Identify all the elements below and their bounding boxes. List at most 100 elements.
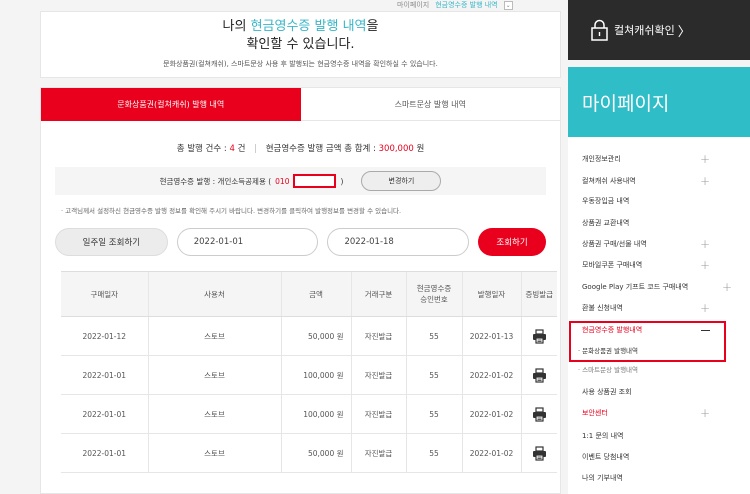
plus-icon: + — [699, 406, 710, 420]
issue-close: ) — [340, 176, 344, 186]
lock-icon — [591, 19, 608, 41]
transaction-type-cell: 자진발급 — [350, 433, 406, 473]
phone-prefix: 010 — [275, 176, 290, 186]
approval-number-cell: 55 — [405, 433, 462, 473]
nav-label: 우동장입금 내역 — [582, 197, 630, 205]
col-purchase-date: 구매일자 — [61, 271, 148, 317]
nav-item-refund[interactable]: 환불 신청내역 + — [568, 299, 750, 317]
end-date-input[interactable]: 2022-01-18 — [327, 228, 470, 256]
table-row: 2022-01-12 스토브 50,000 원 자진발급 55 2022-01-13 — [61, 316, 557, 356]
title-suffix: 을 — [366, 19, 379, 34]
nav-label: 상품권 교환내역 — [582, 219, 630, 227]
nav-label: 컬쳐캐쉬 사용내역 — [582, 177, 636, 185]
nav-item-mobile-coupon[interactable]: 모바일쿠폰 구매내역 + — [568, 256, 750, 274]
amount-cell: 100,000 원 — [280, 394, 351, 434]
chevron-right-icon: 〉 — [677, 24, 691, 40]
sub-item-smart-receipt[interactable]: · 스마트문상 발행내역 — [578, 363, 638, 375]
receipt-history-panel: 문화상품권(컬쳐캐쉬) 발행 내역 스마트문상 발행 내역 총 발행 건수 : … — [40, 87, 561, 494]
table-row: 2022-01-01 스토브 100,000 원 자진발급 55 2022-01-02 — [61, 394, 557, 434]
masked-phone — [293, 174, 337, 188]
count-label: 총 발행 건수 : — [176, 144, 230, 154]
issue-date-cell: 2022-01-02 — [461, 394, 521, 434]
nav-item-google-play[interactable]: Google Play 기프트 코드 구매내역 + — [568, 278, 750, 296]
nav-label: Google Play 기프트 코드 구매내역 — [582, 283, 689, 291]
breadcrumb: 마이페이지 현금영수증 발행 내역 ⌄ — [397, 0, 549, 10]
summary-line: 총 발행 건수 : 4 건 | 현금영수증 발행 금액 총 합계 : 300,0… — [41, 142, 560, 154]
nav-item-event-win[interactable]: 이벤트 당첨내역 — [568, 448, 750, 466]
approval-number-cell: 55 — [405, 355, 462, 395]
col-proof: 증빙발급 — [520, 271, 557, 317]
sum-value: 300,000 — [378, 144, 414, 154]
issue-date-cell: 2022-01-02 — [461, 433, 521, 473]
side-nav: 개인정보관리 + 컬쳐캐쉬 사용내역 + 우동장입금 내역 상품권 교환내역 상품권… — [568, 137, 750, 494]
purchase-date-cell: 2022-01-12 — [61, 316, 148, 356]
count-unit: 건 — [234, 144, 246, 154]
culture-cash-check-button[interactable]: 컬쳐캐쉬확인 〉 — [568, 0, 750, 60]
breadcrumb-current: 현금영수증 발행 내역 — [435, 1, 498, 9]
nav-item-profile[interactable]: 개인정보관리 + — [568, 150, 750, 168]
sum-label: 현금영수증 발행 금액 총 합계 : — [265, 144, 379, 154]
print-receipt-cell[interactable] — [520, 433, 557, 473]
table-header-row: 구매일자 사용처 금액 거래구분 현금영수증 승인번호 발행일자 증빙발급 — [61, 271, 557, 317]
title-highlight: 현금영수증 발행 내역 — [250, 19, 367, 34]
sub-item-culture-receipt[interactable]: · 문화상품권 발행내역 — [578, 344, 638, 356]
plus-icon: + — [699, 258, 710, 272]
nav-label: 나의 기부내역 — [582, 474, 623, 482]
issue-date-cell: 2022-01-13 — [461, 316, 521, 356]
breadcrumb-parent[interactable]: 마이페이지 — [397, 0, 429, 10]
nav-item-cash-receipt[interactable]: 현금영수증 발행내역 — [568, 321, 750, 339]
approval-number-cell: 55 — [405, 316, 462, 356]
tab-smart-munsang[interactable]: 스마트문상 발행 내역 — [300, 88, 560, 121]
nav-label: 이벤트 당첨내역 — [582, 453, 630, 461]
culture-cash-label: 컬쳐캐쉬확인 — [614, 24, 675, 37]
print-receipt-cell[interactable] — [520, 394, 557, 434]
separator: | — [254, 144, 257, 154]
printer-icon[interactable] — [532, 445, 547, 461]
printer-icon[interactable] — [532, 328, 547, 344]
nav-item-security[interactable]: 보안센터 + — [568, 404, 750, 422]
nav-label: 현금영수증 발행내역 — [582, 326, 643, 334]
plus-icon: + — [699, 301, 710, 315]
col-transaction-type: 거래구분 — [350, 271, 406, 317]
nav-label: 사용 상품권 조회 — [582, 388, 632, 396]
nav-item-used-voucher[interactable]: 사용 상품권 조회 — [568, 383, 750, 401]
week-search-button[interactable]: 일주일 조회하기 — [55, 228, 168, 256]
page-description: 문화상품권(컬쳐캐쉬), 스마트문상 사용 후 발행되는 현금영수증 내역을 확… — [163, 60, 438, 68]
col-issue-date: 발행일자 — [461, 271, 521, 317]
merchant-cell: 스토브 — [147, 433, 281, 473]
print-receipt-cell[interactable] — [520, 355, 557, 395]
plus-icon: + — [699, 152, 710, 166]
change-button[interactable]: 변경하기 — [361, 171, 442, 191]
purchase-date-cell: 2022-01-01 — [61, 433, 148, 473]
tab-bar: 문화상품권(컬쳐캐쉬) 발행 내역 스마트문상 발행 내역 — [41, 88, 560, 121]
nav-item-donation[interactable]: 나의 기부내역 — [568, 469, 750, 487]
transaction-type-cell: 자진발급 — [350, 355, 406, 395]
col-approval-number: 현금영수증 승인번호 — [405, 271, 462, 317]
minus-icon — [701, 329, 710, 331]
nav-item-culture-cash-usage[interactable]: 컬쳐캐쉬 사용내역 + — [568, 172, 750, 190]
col-merchant: 사용처 — [147, 271, 281, 317]
receipt-table: 구매일자 사용처 금액 거래구분 현금영수증 승인번호 발행일자 증빙발급 20… — [61, 271, 557, 473]
purchase-date-cell: 2022-01-01 — [61, 355, 148, 395]
printer-icon[interactable] — [532, 406, 547, 422]
nav-label: 개인정보관리 — [582, 155, 621, 163]
search-row: 일주일 조회하기 2022-01-01 2022-01-18 조회하기 — [55, 228, 546, 256]
printer-icon[interactable] — [532, 367, 547, 383]
nav-item-inquiry[interactable]: 1:1 문의 내역 — [568, 427, 750, 445]
nav-item-exchange[interactable]: 상품권 교환내역 — [568, 214, 750, 232]
chevron-down-icon[interactable]: ⌄ — [503, 0, 513, 10]
print-receipt-cell[interactable] — [520, 316, 557, 356]
table-row: 2022-01-01 스토브 50,000 원 자진발급 55 2022-01-02 — [61, 433, 557, 473]
nav-item-deposit[interactable]: 우동장입금 내역 — [568, 192, 750, 210]
amount-cell: 50,000 원 — [280, 433, 351, 473]
nav-label: 1:1 문의 내역 — [582, 432, 624, 440]
purchase-date-cell: 2022-01-01 — [61, 394, 148, 434]
start-date-input[interactable]: 2022-01-01 — [176, 228, 319, 256]
page-header: 나의 현금영수증 발행 내역을 확인할 수 있습니다. 문화상품권(컬쳐캐쉬),… — [40, 11, 561, 78]
sum-unit: 원 — [413, 144, 425, 154]
nav-item-purchase-gift[interactable]: 상품권 구매/선물 내역 + — [568, 235, 750, 253]
transaction-type-cell: 자진발급 — [350, 394, 406, 434]
nav-label: 보안센터 — [582, 409, 608, 417]
tab-culture-cash[interactable]: 문화상품권(컬쳐캐쉬) 발행 내역 — [41, 88, 301, 121]
search-button[interactable]: 조회하기 — [478, 228, 546, 256]
